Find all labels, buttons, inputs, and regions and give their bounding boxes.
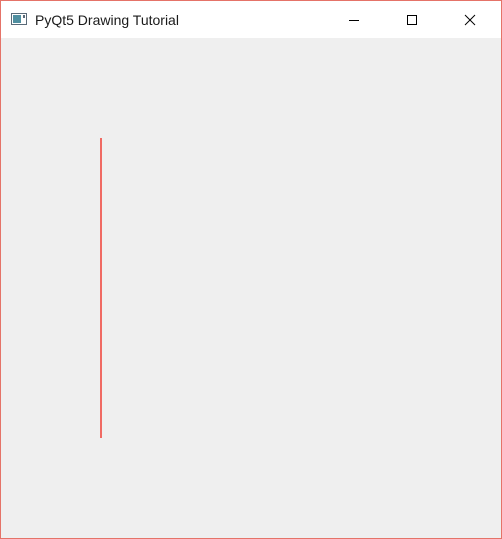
- window-app-icon: [11, 13, 27, 25]
- title-bar[interactable]: PyQt5 Drawing Tutorial: [1, 1, 501, 38]
- maximize-button[interactable]: [389, 1, 435, 38]
- close-button[interactable]: [447, 1, 493, 38]
- minimize-icon: [349, 19, 359, 21]
- app-window: PyQt5 Drawing Tutorial: [0, 0, 502, 539]
- maximize-icon: [407, 14, 417, 25]
- minimize-button[interactable]: [331, 1, 377, 38]
- close-icon: [464, 14, 476, 25]
- window-title: PyQt5 Drawing Tutorial: [35, 12, 179, 28]
- drawing-area: [1, 38, 501, 538]
- drawing-canvas: [100, 138, 102, 438]
